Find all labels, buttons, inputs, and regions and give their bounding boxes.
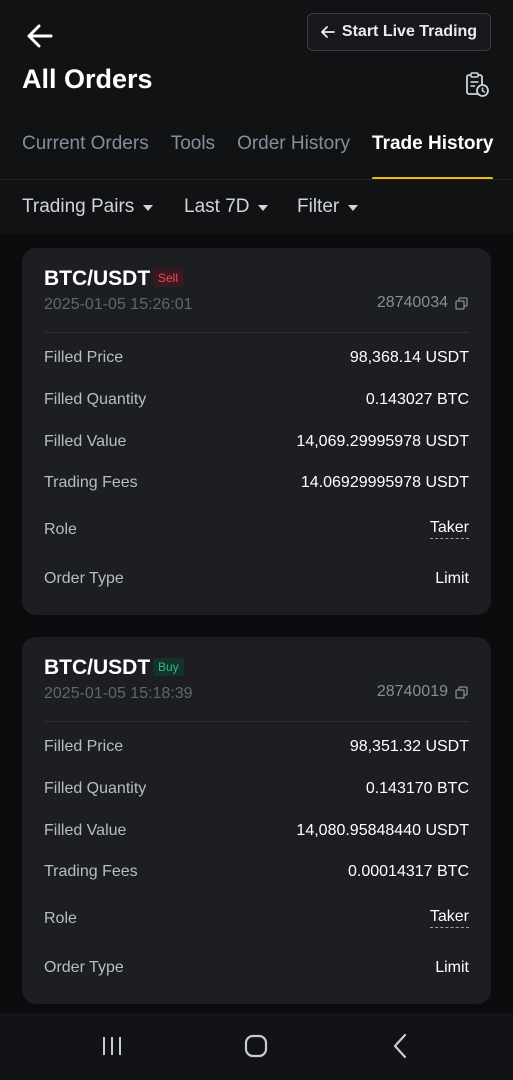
period-label: Last 7D [184, 196, 250, 217]
filled-value-label: Filled Value [44, 433, 127, 450]
filled-quantity-row: Filled Quantity 0.143027 BTC [44, 391, 469, 413]
system-nav-bar [0, 1013, 513, 1080]
period-filter[interactable]: Last 7D [184, 196, 269, 218]
order-type-row: Order Type Limit [44, 570, 469, 592]
trading-pairs-filter[interactable]: Trading Pairs [22, 196, 154, 218]
role-label: Role [44, 521, 77, 538]
filled-quantity-value: 0.143170 BTC [365, 780, 469, 797]
card-divider [44, 332, 469, 333]
order-type-row: Order Type Limit [44, 959, 469, 981]
order-type-value: Limit [435, 959, 469, 976]
order-type-label: Order Type [44, 959, 124, 976]
trade-time: 2025-01-05 15:26:01 [44, 296, 193, 313]
caret-down-icon [143, 205, 154, 211]
order-id[interactable]: 28740019 [377, 683, 468, 701]
trading-fees-row: Trading Fees 14.06929995978 USDT [44, 474, 469, 496]
trade-time: 2025-01-05 15:18:39 [44, 685, 193, 702]
trading-fees-label: Trading Fees [44, 863, 138, 880]
order-history-icon[interactable] [464, 72, 490, 98]
role-row: Role Taker [44, 908, 469, 932]
copy-icon[interactable] [455, 685, 468, 699]
tab-tools[interactable]: Tools [171, 128, 215, 180]
trade-card: BTC/USDT Buy 2025-01-05 15:18:39 2874001… [22, 637, 491, 1004]
filled-price-value: 98,351.32 USDT [349, 738, 469, 755]
side-badge: Buy [153, 658, 184, 676]
tab-trade-history[interactable]: Trade History [372, 128, 494, 180]
recent-apps-icon[interactable] [101, 1035, 123, 1057]
arrow-left-icon [321, 26, 335, 38]
copy-icon[interactable] [455, 296, 468, 310]
filled-quantity-value: 0.143027 BTC [365, 391, 469, 408]
home-icon[interactable] [243, 1033, 269, 1059]
start-live-trading-label: Start Live Trading [341, 23, 478, 40]
order-type-value: Limit [435, 570, 469, 587]
filled-quantity-label: Filled Quantity [44, 780, 147, 797]
role-value[interactable]: Taker [429, 519, 469, 539]
trading-pair: BTC/USDT [44, 656, 151, 679]
order-id-value: 28740034 [376, 294, 448, 311]
filter-bar: Trading Pairs Last 7D Filter [0, 180, 513, 234]
filter-label: Filter [297, 196, 340, 217]
filled-price-value: 98,368.14 USDT [349, 349, 469, 366]
trading-fees-label: Trading Fees [44, 474, 138, 491]
filled-price-label: Filled Price [44, 738, 124, 755]
caret-down-icon [348, 205, 359, 211]
filled-value-value: 14,069.29995978 USDT [296, 433, 469, 450]
card-divider [44, 721, 469, 722]
role-value[interactable]: Taker [429, 908, 469, 928]
more-filter[interactable]: Filter [297, 196, 359, 218]
app-header: Start Live Trading All Orders Current Or… [0, 0, 513, 180]
filled-price-row: Filled Price 98,351.32 USDT [44, 738, 469, 760]
back-button[interactable] [24, 20, 56, 52]
filled-value-label: Filled Value [44, 822, 127, 839]
trade-card: BTC/USDT Sell 2025-01-05 15:26:01 287400… [22, 248, 491, 615]
role-row: Role Taker [44, 519, 469, 543]
role-label: Role [44, 910, 77, 927]
filled-value-value: 14,080.95848440 USDT [296, 822, 469, 839]
arrow-left-icon [27, 24, 53, 48]
order-id-value: 28740019 [376, 683, 448, 700]
start-live-trading-button[interactable]: Start Live Trading [307, 13, 491, 51]
order-id[interactable]: 28740034 [377, 294, 468, 312]
tab-order-history[interactable]: Order History [237, 128, 350, 180]
trading-pairs-label: Trading Pairs [22, 196, 135, 217]
order-type-label: Order Type [44, 570, 124, 587]
filled-quantity-label: Filled Quantity [44, 391, 147, 408]
filled-price-row: Filled Price 98,368.14 USDT [44, 349, 469, 371]
caret-down-icon [258, 205, 269, 211]
back-nav-icon[interactable] [391, 1033, 409, 1059]
filled-price-label: Filled Price [44, 349, 124, 366]
order-tabs: Current Orders Tools Order History Trade… [22, 128, 494, 180]
trading-fees-value: 0.00014317 BTC [348, 863, 469, 880]
trading-pair: BTC/USDT [44, 267, 151, 290]
side-badge: Sell [153, 269, 184, 287]
filled-value-row: Filled Value 14,069.29995978 USDT [44, 433, 469, 455]
filled-quantity-row: Filled Quantity 0.143170 BTC [44, 780, 469, 802]
tab-current-orders[interactable]: Current Orders [22, 128, 149, 180]
page-title: All Orders [22, 64, 153, 94]
trading-fees-row: Trading Fees 0.00014317 BTC [44, 863, 469, 885]
filled-value-row: Filled Value 14,080.95848440 USDT [44, 822, 469, 844]
trading-fees-value: 14.06929995978 USDT [300, 474, 469, 491]
